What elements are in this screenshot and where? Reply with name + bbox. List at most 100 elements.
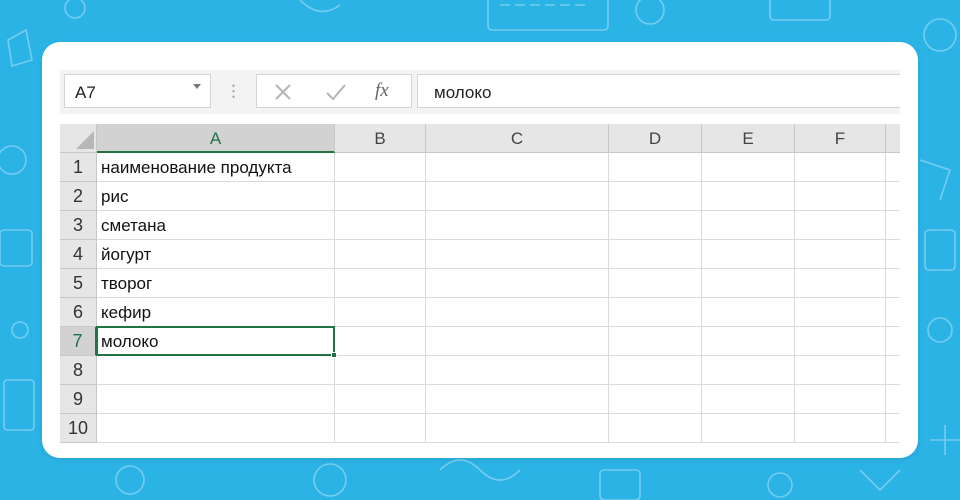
cell-partial[interactable] <box>886 269 900 298</box>
cell-b2[interactable] <box>335 182 426 211</box>
cell-d8[interactable] <box>609 356 702 385</box>
cell-e4[interactable] <box>702 240 795 269</box>
cell-c8[interactable] <box>426 356 609 385</box>
cell-c1[interactable] <box>426 153 609 182</box>
cell-a1[interactable]: наименование продукта <box>97 153 335 182</box>
row-header-3[interactable]: 3 <box>60 211 97 240</box>
cell-b5[interactable] <box>335 269 426 298</box>
cell-b10[interactable] <box>335 414 426 443</box>
cell-f1[interactable] <box>795 153 886 182</box>
cell-e3[interactable] <box>702 211 795 240</box>
cell-f6[interactable] <box>795 298 886 327</box>
cell-e8[interactable] <box>702 356 795 385</box>
cell-partial[interactable] <box>886 356 900 385</box>
cell-c2[interactable] <box>426 182 609 211</box>
cell-b1[interactable] <box>335 153 426 182</box>
cell-c3[interactable] <box>426 211 609 240</box>
cell-c7[interactable] <box>426 327 609 356</box>
cell-c6[interactable] <box>426 298 609 327</box>
cell-a9[interactable] <box>97 385 335 414</box>
column-header-f[interactable]: F <box>795 124 886 153</box>
cell-d7[interactable] <box>609 327 702 356</box>
cell-d2[interactable] <box>609 182 702 211</box>
column-header-a[interactable]: A <box>97 124 335 153</box>
name-box[interactable]: A7 <box>64 74 211 108</box>
cell-partial[interactable] <box>886 153 900 182</box>
column-header-b[interactable]: B <box>335 124 426 153</box>
cell-c10[interactable] <box>426 414 609 443</box>
row-header-6[interactable]: 6 <box>60 298 97 327</box>
cancel-button[interactable] <box>261 75 305 107</box>
cell-e6[interactable] <box>702 298 795 327</box>
cell-partial[interactable] <box>886 211 900 240</box>
cell-d6[interactable] <box>609 298 702 327</box>
cell-d5[interactable] <box>609 269 702 298</box>
cell-f2[interactable] <box>795 182 886 211</box>
fill-handle[interactable] <box>331 352 337 358</box>
name-box-value: A7 <box>75 83 96 102</box>
cell-f4[interactable] <box>795 240 886 269</box>
cell-c4[interactable] <box>426 240 609 269</box>
row-header-5[interactable]: 5 <box>60 269 97 298</box>
row-header-10[interactable]: 10 <box>60 414 97 443</box>
cell-b3[interactable] <box>335 211 426 240</box>
cell-b9[interactable] <box>335 385 426 414</box>
row-header-4[interactable]: 4 <box>60 240 97 269</box>
cell-e1[interactable] <box>702 153 795 182</box>
cell-f8[interactable] <box>795 356 886 385</box>
row-header-2[interactable]: 2 <box>60 182 97 211</box>
cell-e10[interactable] <box>702 414 795 443</box>
cell-b4[interactable] <box>335 240 426 269</box>
formula-input[interactable]: молоко <box>417 74 900 108</box>
cell-partial[interactable] <box>886 385 900 414</box>
cell-d3[interactable] <box>609 211 702 240</box>
formula-bar-grip-icon[interactable] <box>232 83 235 99</box>
name-box-dropdown-icon[interactable] <box>193 84 201 89</box>
row-header-8[interactable]: 8 <box>60 356 97 385</box>
column-header-d[interactable]: D <box>609 124 702 153</box>
cell-a5[interactable]: творог <box>97 269 335 298</box>
cell-a4[interactable]: йогурт <box>97 240 335 269</box>
cell-a7[interactable]: молоко <box>97 327 335 356</box>
cell-partial[interactable] <box>886 298 900 327</box>
row-header-9[interactable]: 9 <box>60 385 97 414</box>
cell-c5[interactable] <box>426 269 609 298</box>
column-header-partial[interactable] <box>886 124 900 153</box>
cell-a3[interactable]: сметана <box>97 211 335 240</box>
cell-d4[interactable] <box>609 240 702 269</box>
column-header-e[interactable]: E <box>702 124 795 153</box>
row-header-1[interactable]: 1 <box>60 153 97 182</box>
cell-e2[interactable] <box>702 182 795 211</box>
cell-e9[interactable] <box>702 385 795 414</box>
cell-d9[interactable] <box>609 385 702 414</box>
column-header-c[interactable]: C <box>426 124 609 153</box>
cell-a2[interactable]: рис <box>97 182 335 211</box>
cell-d10[interactable] <box>609 414 702 443</box>
cell-partial[interactable] <box>886 414 900 443</box>
checkmark-icon <box>326 84 346 101</box>
cell-e5[interactable] <box>702 269 795 298</box>
cell-f7[interactable] <box>795 327 886 356</box>
cell-d1[interactable] <box>609 153 702 182</box>
cell-b6[interactable] <box>335 298 426 327</box>
cell-f9[interactable] <box>795 385 886 414</box>
row-header-7[interactable]: 7 <box>60 327 97 356</box>
insert-function-button[interactable]: fx <box>375 80 389 102</box>
cell-a8[interactable] <box>97 356 335 385</box>
cell-f5[interactable] <box>795 269 886 298</box>
cell-f10[interactable] <box>795 414 886 443</box>
cell-partial[interactable] <box>886 240 900 269</box>
cell-partial[interactable] <box>886 327 900 356</box>
cell-c9[interactable] <box>426 385 609 414</box>
select-all-icon <box>76 131 94 149</box>
cell-a6[interactable]: кефир <box>97 298 335 327</box>
cell-a10[interactable] <box>97 414 335 443</box>
cell-f3[interactable] <box>795 211 886 240</box>
formula-value: молоко <box>434 83 492 102</box>
enter-button[interactable] <box>313 75 357 107</box>
cancel-icon <box>275 84 291 100</box>
cell-partial[interactable] <box>886 182 900 211</box>
cell-b7[interactable] <box>335 327 426 356</box>
cell-b8[interactable] <box>335 356 426 385</box>
cell-e7[interactable] <box>702 327 795 356</box>
